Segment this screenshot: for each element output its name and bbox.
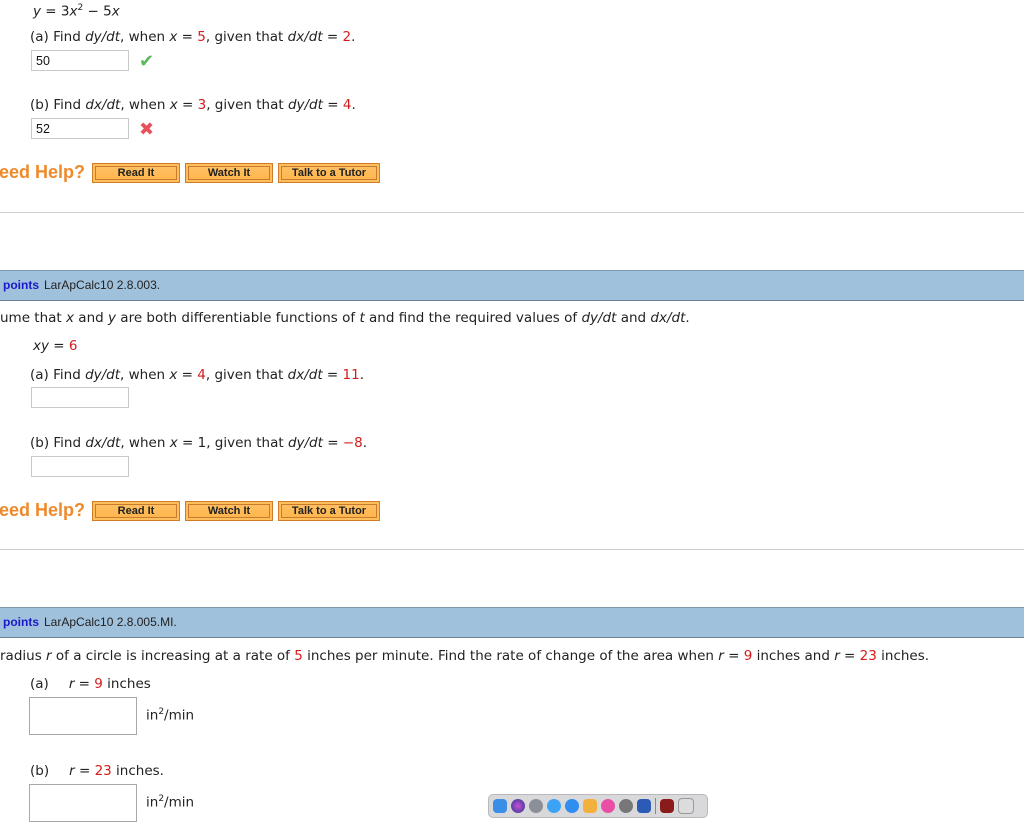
question-id: LarApCalc10 2.8.003.	[44, 278, 161, 292]
trash-icon[interactable]	[678, 798, 694, 814]
q2-part-a-answer-input[interactable]	[31, 387, 129, 408]
question-id: LarApCalc10 2.8.005.MI.	[44, 615, 177, 629]
q3-part-b-units: in2/min	[146, 794, 195, 811]
q2-header: points LarApCalc10 2.8.003.	[0, 270, 1024, 301]
points-label: points	[3, 615, 39, 629]
q3-part-a-answer-input[interactable]	[29, 697, 137, 735]
q1-part-b-prompt: (b) Find dx/dt, when x = 3, given that d…	[30, 97, 356, 113]
q2-equation: xy = 6	[33, 338, 78, 354]
q3-statement: radius r of a circle is increasing at a …	[0, 648, 930, 664]
need-help-label: eed Help?	[0, 162, 86, 182]
dock-separator	[655, 798, 656, 814]
q3-part-b-answer-input[interactable]	[29, 784, 137, 822]
section-divider	[0, 549, 1024, 550]
q1-part-a-prompt: (a) Find dy/dt, when x = 5, given that d…	[30, 29, 356, 45]
q2-part-b-prompt: (b) Find dx/dt, when x = 1, given that d…	[30, 435, 368, 451]
watch-it-button[interactable]: Watch It	[185, 501, 273, 521]
incorrect-x-icon: ✖	[139, 119, 155, 140]
talk-to-tutor-button[interactable]: Talk to a Tutor	[278, 501, 380, 521]
q1-part-b-answer-input[interactable]	[31, 118, 129, 139]
q2-part-b-answer-input[interactable]	[31, 456, 129, 477]
talk-to-tutor-button[interactable]: Talk to a Tutor	[278, 163, 380, 183]
correct-check-icon: ✔	[139, 51, 155, 72]
q3-header: points LarApCalc10 2.8.005.MI.	[0, 607, 1024, 638]
q2-part-a-prompt: (a) Find dy/dt, when x = 4, given that d…	[30, 367, 365, 383]
macos-dock	[488, 794, 708, 818]
q3-part-b-prompt: (b) r = 23 inches.	[30, 763, 164, 779]
q3-part-a-prompt: (a) r = 9 inches	[30, 676, 151, 692]
q1-part-a-answer-input[interactable]	[31, 50, 129, 71]
read-it-button[interactable]: Read It	[92, 163, 180, 183]
need-help-label: eed Help?	[0, 500, 86, 520]
section-divider	[0, 212, 1024, 213]
watch-it-button[interactable]: Watch It	[185, 163, 273, 183]
points-label: points	[3, 278, 39, 292]
q2-instruction: ume that x and y are both differentiable…	[0, 310, 690, 326]
q3-part-a-units: in2/min	[146, 707, 195, 724]
q1-equation: y = 3x2 − 5x	[33, 3, 120, 20]
read-it-button[interactable]: Read It	[92, 501, 180, 521]
